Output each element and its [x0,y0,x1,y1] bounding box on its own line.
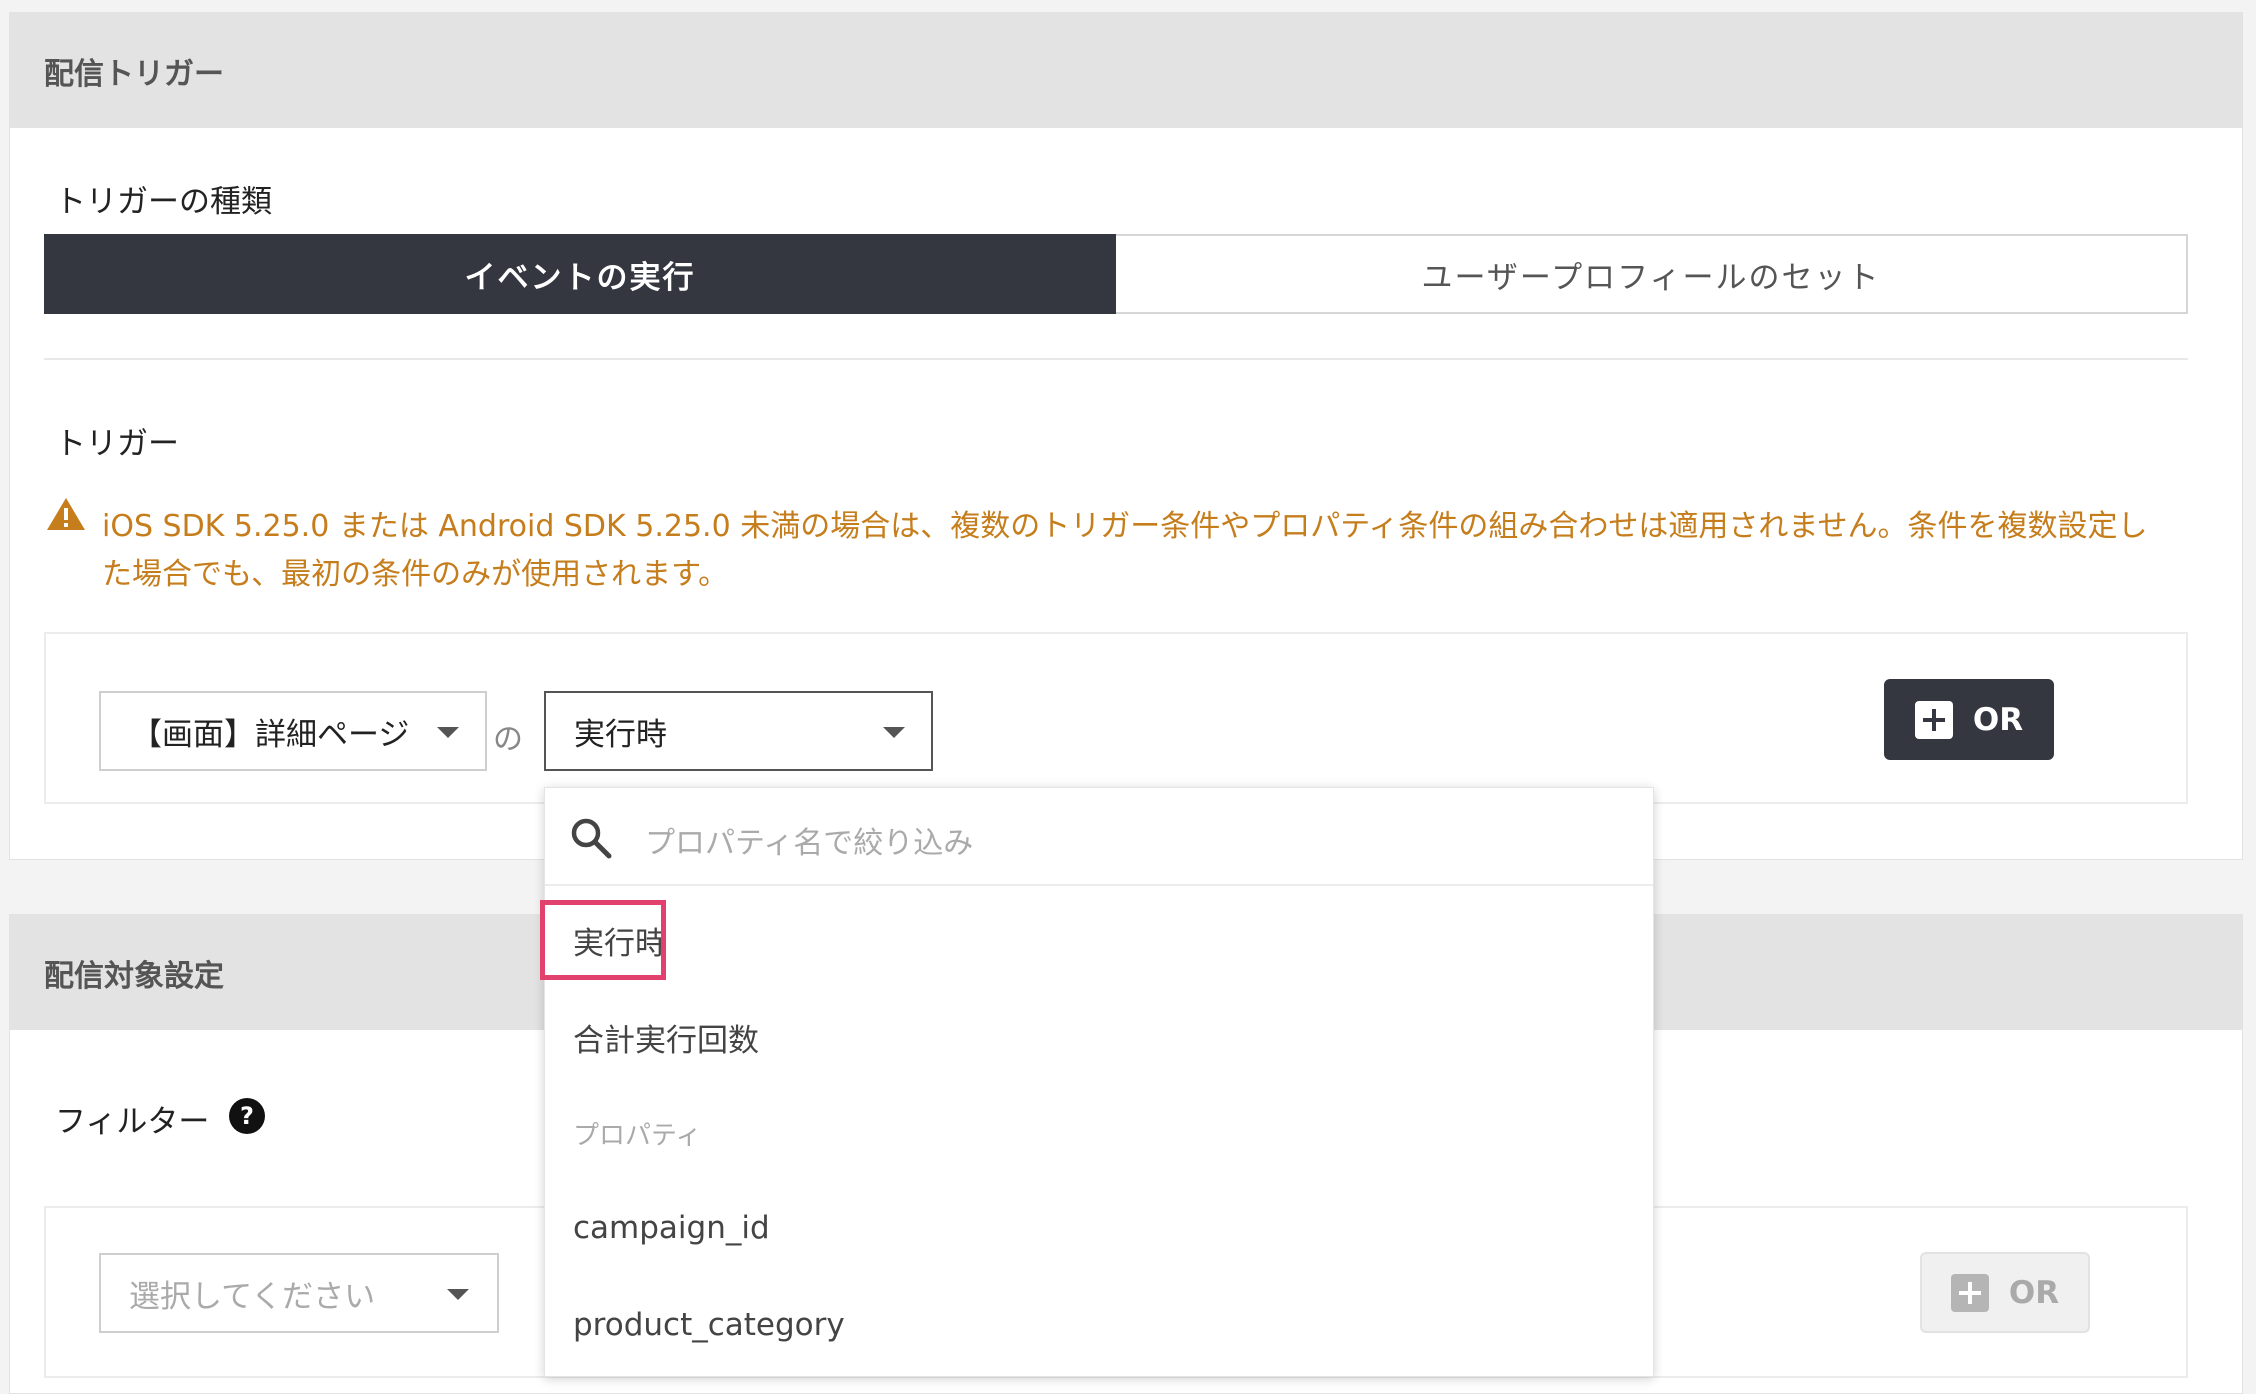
section-title: 配信対象設定 [44,959,224,994]
plus-icon [1914,700,1953,739]
search-icon [571,818,612,859]
add-or-filter-button[interactable]: OR [1920,1252,2090,1333]
filter-label: フィルター [55,1104,210,1140]
filter-select[interactable]: 選択してください [99,1253,499,1333]
timing-select-value: 実行時 [574,716,667,753]
event-select[interactable]: 【画面】詳細ページ [99,691,487,771]
timing-select[interactable]: 実行時 [544,691,933,771]
warning-line-1: iOS SDK 5.25.0 または Android SDK 5.25.0 未満… [102,509,2148,544]
selected-item-highlight [540,900,666,980]
or-button-label: OR [2008,1274,2060,1311]
warning-line-2: た場合でも、最初の条件のみが使用されます。 [102,557,729,592]
filter-select-placeholder: 選択してください [129,1278,376,1315]
menu-item-campaign-id[interactable]: campaign_id [573,1210,770,1246]
connector-text: の [493,722,523,757]
chevron-down-icon [447,1289,469,1300]
menu-group-header: プロパティ [573,1121,702,1151]
menu-item-total-executions[interactable]: 合計実行回数 [573,1015,759,1060]
warning-icon [47,498,85,530]
chevron-down-icon [437,727,459,738]
section-header: 配信トリガー [10,13,2242,128]
section-title: 配信トリガー [44,57,224,92]
divider [44,358,2188,360]
trigger-label: トリガー [55,426,179,462]
search-input[interactable]: プロパティ名で絞り込み [645,818,973,862]
timing-dropdown-menu: プロパティ名で絞り込み 実行時 合計実行回数 プロパティ campaign_id… [544,787,1654,1377]
event-select-value: 【画面】詳細ページ [131,716,410,753]
tab-event-execution[interactable]: イベントの実行 [44,234,1116,314]
tab-user-profile-set[interactable]: ユーザープロフィールのセット [1116,234,2188,314]
add-or-condition-button[interactable]: OR [1884,679,2054,760]
plus-icon [1950,1273,1989,1312]
trigger-type-label: トリガーの種類 [55,184,272,220]
property-search[interactable]: プロパティ名で絞り込み [545,788,1653,886]
chevron-down-icon [883,727,905,738]
menu-item-product-category[interactable]: product_category [573,1307,845,1343]
help-icon[interactable]: ? [229,1098,265,1134]
warning-message: iOS SDK 5.25.0 または Android SDK 5.25.0 未満… [102,503,2192,599]
or-button-label: OR [1972,701,2024,738]
